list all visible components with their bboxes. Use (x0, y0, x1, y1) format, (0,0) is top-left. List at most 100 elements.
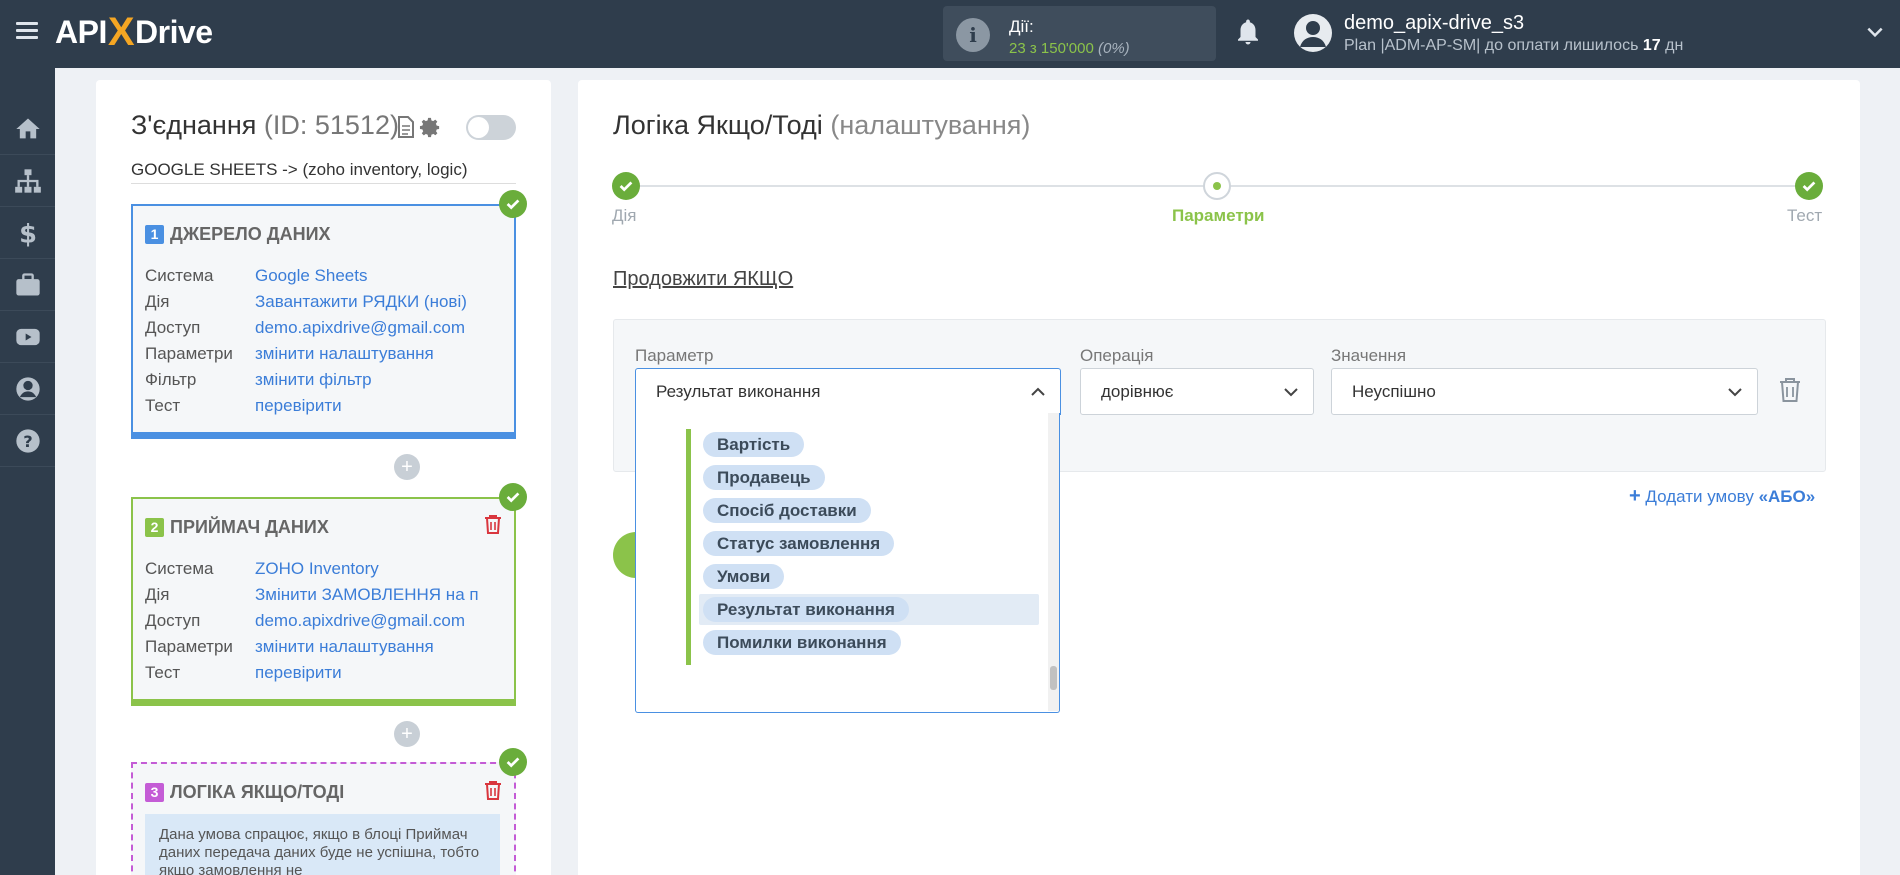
logo[interactable]: API X Drive (55, 10, 213, 54)
dropdown-option[interactable]: Умови (699, 561, 1039, 592)
row-key: Дія (145, 292, 170, 311)
destination-row: Доступ demo.apixdrive@gmail.com (145, 611, 510, 637)
menu-icon[interactable] (16, 22, 38, 40)
svg-text:?: ? (23, 431, 32, 450)
destination-row: Тест перевірити (145, 663, 510, 689)
row-value-link[interactable]: змінити налаштування (255, 344, 510, 370)
option-label: Умови (703, 564, 785, 589)
row-key: Доступ (145, 318, 201, 337)
chevron-down-icon (1728, 388, 1742, 397)
user-icon[interactable] (0, 363, 55, 415)
user-name[interactable]: demo_apix-drive_s3 (1344, 12, 1524, 35)
add-block-button[interactable]: + (394, 721, 420, 747)
add-block-button[interactable]: + (394, 454, 420, 480)
row-value-link[interactable]: перевірити (255, 396, 510, 422)
source-rows: Система Google Sheets Дія Завантажити РЯДК… (145, 266, 510, 422)
source-block-num: 1 (145, 225, 164, 244)
option-label: Продавець (703, 465, 825, 490)
delete-destination-icon[interactable] (484, 514, 502, 534)
info-icon: i (956, 18, 990, 52)
top-bar: API X Drive i Дії: 23 з 150'000 (0%) demo_… (0, 0, 1900, 68)
param-select[interactable]: Результат виконання (635, 368, 1061, 415)
source-block-title-text: ДЖЕРЕЛО ДАНИХ (170, 224, 331, 244)
plus-icon: + (1629, 485, 1641, 507)
delete-logic-icon[interactable] (484, 780, 502, 800)
step-params-dot[interactable] (1203, 172, 1231, 200)
row-key: Доступ (145, 611, 201, 630)
step-params-label[interactable]: Параметри (1172, 206, 1264, 226)
connection-toggle[interactable] (466, 115, 516, 140)
row-key: Тест (145, 663, 181, 682)
row-value-link[interactable]: Google Sheets (255, 266, 510, 292)
connection-subtitle: GOOGLE SHEETS -> (zoho inventory, logic) (131, 160, 516, 184)
continue-if-link[interactable]: Продовжити ЯКЩО (613, 268, 793, 291)
source-block[interactable]: 1 ДЖЕРЕЛО ДАНИХ Система Google Sheets Дія З… (131, 204, 516, 439)
logic-block-title-text: ЛОГІКА ЯКЩО/ТОДІ (170, 782, 345, 802)
row-value-link[interactable]: Завантажити РЯДКИ (нові) (255, 292, 510, 318)
sitemap-icon[interactable] (0, 155, 55, 207)
logo-text-right: Drive (135, 13, 213, 50)
row-value-link[interactable]: змінити фільтр (255, 370, 510, 396)
youtube-icon[interactable] (0, 311, 55, 363)
add-or-word: «АБО» (1758, 487, 1816, 506)
option-label: Вартість (703, 432, 805, 457)
row-key: Тест (145, 396, 181, 415)
logic-note: Дана умова спрацює, якщо в блоці Приймач… (145, 814, 500, 875)
value-select[interactable]: Неуспішно (1331, 368, 1758, 415)
plan-unit: дн (1665, 37, 1684, 54)
dropdown-option[interactable]: Вартість (699, 429, 1039, 460)
add-or-condition-link[interactable]: + Додати умову «АБО» (1629, 485, 1815, 508)
operation-select[interactable]: дорівнює (1080, 368, 1314, 415)
logic-block-title: 3 ЛОГІКА ЯКЩО/ТОДІ (145, 782, 344, 803)
row-value-link[interactable]: ZOHO Inventory (255, 559, 510, 585)
value-select-value: Неуспішно (1352, 382, 1436, 401)
step-action-label[interactable]: Дія (612, 206, 637, 226)
row-key: Система (145, 559, 214, 578)
step-action-check-icon[interactable] (612, 172, 640, 200)
help-icon[interactable]: ? (0, 415, 55, 467)
page-title: Логіка Якщо/Тоді (налаштування) (613, 110, 1030, 141)
dollar-icon[interactable]: $ (0, 207, 55, 259)
row-value-link[interactable]: Змінити ЗАМОВЛЕННЯ на п (255, 585, 510, 611)
bell-icon[interactable] (1233, 17, 1263, 47)
delete-condition-icon[interactable] (1779, 377, 1801, 403)
chevron-down-icon (1284, 388, 1298, 397)
dropdown-option[interactable]: Спосіб доставки (699, 495, 1039, 526)
logo-text-x: X (107, 9, 135, 54)
operation-label: Операція (1080, 346, 1154, 365)
document-icon[interactable] (396, 116, 416, 138)
row-value-link[interactable]: demo.apixdrive@gmail.com (255, 318, 510, 344)
logic-block[interactable]: 3 ЛОГІКА ЯКЩО/ТОДІ Дана умова спрацює, як… (131, 762, 516, 875)
dropdown-option-selected[interactable]: Результат виконання (699, 594, 1039, 625)
step-test-label[interactable]: Тест (1787, 206, 1822, 226)
step-test-check-icon[interactable] (1795, 172, 1823, 200)
avatar[interactable] (1294, 14, 1332, 52)
svg-text:$: $ (19, 219, 37, 247)
actions-value: 23 з 150'000 (0%) (1009, 40, 1130, 57)
briefcase-icon[interactable] (0, 259, 55, 311)
connection-panel: З'єднання (ID: 51512) GOOGLE SHEETS -> (… (96, 80, 551, 875)
row-value-link[interactable]: змінити налаштування (255, 637, 510, 663)
destination-row: Параметри змінити налаштування (145, 637, 510, 663)
destination-block[interactable]: 2 ПРИЙМАЧ ДАНИХ Система ZOHO Inventory Дія… (131, 497, 516, 706)
param-label: Параметр (635, 346, 714, 365)
actions-counter: i Дії: 23 з 150'000 (0%) (943, 6, 1216, 61)
source-row: Доступ demo.apixdrive@gmail.com (145, 318, 510, 344)
gear-icon[interactable] (419, 116, 442, 139)
chevron-up-icon (1031, 387, 1045, 396)
chevron-down-icon[interactable] (1864, 22, 1886, 42)
dropdown-scrollbar[interactable] (1048, 413, 1059, 711)
row-value-link[interactable]: demo.apixdrive@gmail.com (255, 611, 510, 637)
destination-block-title: 2 ПРИЙМАЧ ДАНИХ (145, 517, 329, 538)
logo-text-left: API (55, 13, 107, 50)
home-icon[interactable] (0, 103, 55, 155)
scrollbar-thumb[interactable] (1050, 666, 1057, 690)
dropdown-option[interactable]: Помилки виконання (699, 627, 1039, 658)
option-label: Спосіб доставки (703, 498, 871, 523)
plan-days: 17 (1642, 37, 1661, 54)
source-row: Параметри змінити налаштування (145, 344, 510, 370)
actions-used: 23 з 150'000 (1009, 40, 1094, 57)
dropdown-option[interactable]: Продавець (699, 462, 1039, 493)
dropdown-option[interactable]: Статус замовлення (699, 528, 1039, 559)
row-value-link[interactable]: перевірити (255, 663, 510, 689)
